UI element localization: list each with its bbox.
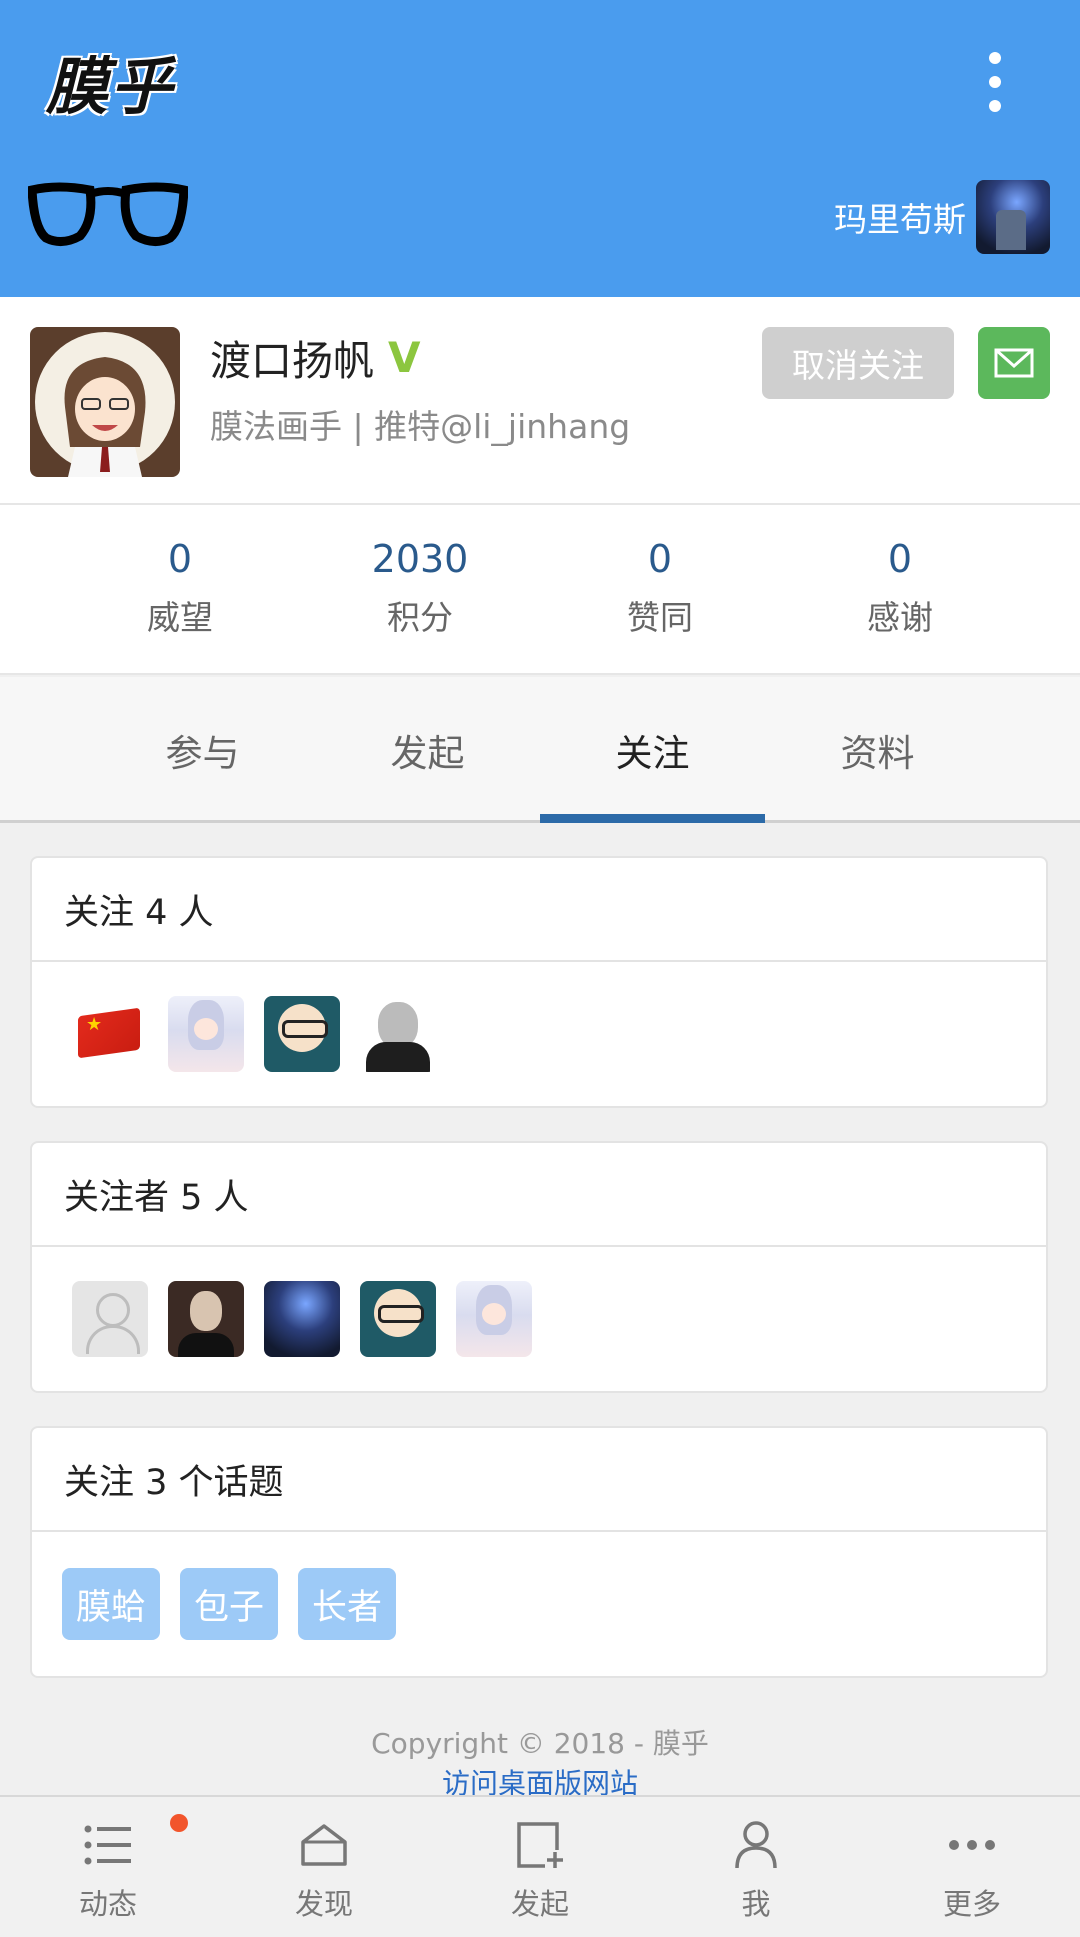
user-avatar[interactable] bbox=[456, 1281, 532, 1357]
app-logo[interactable]: 膜乎 bbox=[46, 36, 174, 126]
stat-value: 0 bbox=[167, 537, 193, 581]
followers-title: 关注者 5 人 bbox=[32, 1143, 1046, 1247]
following-list bbox=[32, 962, 1046, 1106]
stat-thanks[interactable]: 0 感谢 bbox=[800, 535, 1000, 639]
stat-label: 赞同 bbox=[627, 598, 693, 637]
stat-value: 0 bbox=[647, 537, 673, 581]
bottom-nav: 动态 发现 发起 我 更多 bbox=[0, 1795, 1080, 1937]
profile-card: 渡口扬帆 V 膜法画手 | 推特@li_jinhang 取消关注 bbox=[0, 297, 1080, 505]
topics-title: 关注 3 个话题 bbox=[32, 1428, 1046, 1532]
tab-following[interactable]: 关注 bbox=[540, 677, 765, 823]
mail-icon bbox=[994, 348, 1034, 378]
copyright-text: Copyright © 2018 - 膜乎 bbox=[371, 1727, 709, 1760]
user-avatar[interactable] bbox=[264, 1281, 340, 1357]
stat-reputation[interactable]: 0 威望 bbox=[80, 535, 280, 639]
following-title: 关注 4 人 bbox=[32, 858, 1046, 962]
topic-tag[interactable]: 包子 bbox=[180, 1568, 279, 1640]
stat-value: 2030 bbox=[371, 537, 469, 581]
stat-label: 威望 bbox=[147, 598, 213, 637]
tab-profile-info[interactable]: 资料 bbox=[765, 677, 990, 823]
current-user-avatar[interactable] bbox=[976, 180, 1050, 254]
tab-participate[interactable]: 参与 bbox=[90, 677, 315, 823]
list-icon bbox=[84, 1825, 131, 1865]
topic-tag[interactable]: 长者 bbox=[298, 1568, 397, 1640]
profile-tabs: 参与 发起 关注 资料 bbox=[0, 677, 1080, 823]
nav-label: 更多 bbox=[942, 1887, 1001, 1921]
notification-badge bbox=[170, 1814, 188, 1832]
user-avatar[interactable] bbox=[168, 996, 244, 1072]
tab-initiate[interactable]: 发起 bbox=[315, 677, 540, 823]
nav-discover[interactable]: 发现 bbox=[216, 1815, 432, 1925]
more-vertical-icon[interactable] bbox=[980, 52, 1010, 112]
glasses-icon bbox=[28, 182, 188, 246]
user-avatar[interactable] bbox=[360, 996, 436, 1072]
following-card: 关注 4 人 bbox=[30, 856, 1048, 1108]
home-icon bbox=[301, 1824, 347, 1866]
stats-bar: 0 威望 2030 积分 0 赞同 0 感谢 bbox=[0, 505, 1080, 675]
unfollow-button[interactable]: 取消关注 bbox=[762, 327, 954, 399]
nav-label: 发起 bbox=[510, 1887, 569, 1921]
more-horizontal-icon bbox=[949, 1840, 995, 1850]
user-avatar[interactable] bbox=[72, 1281, 148, 1357]
stat-label: 感谢 bbox=[867, 598, 933, 637]
current-username[interactable]: 玛里苟斯 bbox=[834, 193, 966, 241]
stat-label: 积分 bbox=[387, 598, 453, 637]
topics-card: 关注 3 个话题 膜蛤 包子 长者 bbox=[30, 1426, 1048, 1678]
topic-tag[interactable]: 膜蛤 bbox=[62, 1568, 161, 1640]
nav-label: 我 bbox=[741, 1887, 771, 1921]
nav-label: 动态 bbox=[78, 1887, 137, 1921]
user-avatar[interactable] bbox=[168, 1281, 244, 1357]
active-tab-indicator bbox=[540, 814, 765, 823]
app-header: 膜乎 玛里苟斯 bbox=[0, 0, 1080, 297]
user-icon bbox=[735, 1821, 777, 1869]
followers-card: 关注者 5 人 bbox=[30, 1141, 1048, 1393]
nav-new-post[interactable]: 发起 bbox=[432, 1815, 648, 1925]
message-button[interactable] bbox=[978, 327, 1050, 399]
nav-feed[interactable]: 动态 bbox=[0, 1815, 216, 1925]
user-avatar[interactable] bbox=[360, 1281, 436, 1357]
nav-label: 发现 bbox=[294, 1887, 353, 1921]
followers-list bbox=[32, 1247, 1046, 1391]
profile-bio: 膜法画手 | 推特@li_jinhang bbox=[210, 407, 631, 446]
topics-list: 膜蛤 包子 长者 bbox=[32, 1532, 1046, 1676]
stat-agree[interactable]: 0 赞同 bbox=[560, 535, 760, 639]
desktop-site-link[interactable]: 访问桌面版网站 bbox=[0, 1762, 1080, 1796]
profile-avatar bbox=[30, 327, 180, 477]
current-user[interactable]: 玛里苟斯 bbox=[834, 180, 1050, 254]
user-avatar[interactable] bbox=[264, 996, 340, 1072]
new-post-icon bbox=[517, 1822, 563, 1868]
profile-name: 渡口扬帆 V bbox=[210, 327, 421, 387]
stat-value: 0 bbox=[887, 537, 913, 581]
user-avatar[interactable] bbox=[72, 996, 148, 1072]
nav-me[interactable]: 我 bbox=[648, 1815, 864, 1925]
nav-more[interactable]: 更多 bbox=[864, 1815, 1080, 1925]
stat-points[interactable]: 2030 积分 bbox=[320, 535, 520, 639]
verified-icon: V bbox=[388, 332, 421, 382]
profile-name-text: 渡口扬帆 bbox=[210, 337, 374, 385]
